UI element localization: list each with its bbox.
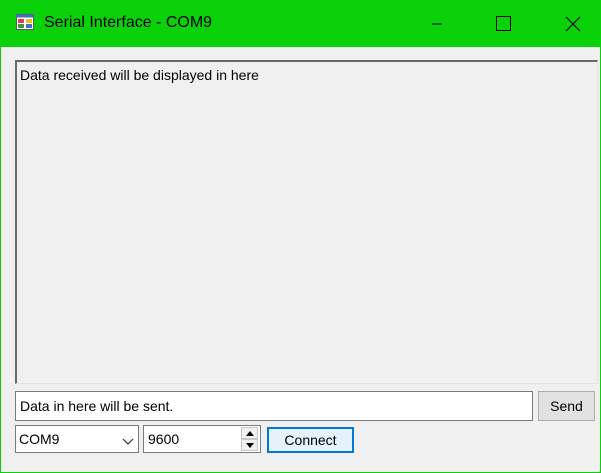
close-button[interactable] (549, 0, 595, 47)
minimize-button[interactable] (414, 0, 460, 47)
com-port-select[interactable]: COM9 (15, 425, 139, 453)
connect-button[interactable]: Connect (267, 427, 354, 453)
serial-interface-window: Serial Interface - COM9 Data received wi… (0, 0, 601, 473)
baud-rate-spinner[interactable]: 9600 (143, 425, 261, 453)
maximize-button[interactable] (480, 0, 526, 47)
maximize-icon (496, 16, 511, 31)
received-data-textbox[interactable]: Data received will be displayed in here (15, 60, 598, 384)
arrow-down-icon[interactable] (241, 439, 258, 451)
chevron-down-icon[interactable] (122, 435, 134, 445)
close-icon (565, 16, 581, 32)
app-window-icon (16, 14, 34, 30)
arrow-up-icon[interactable] (241, 427, 258, 439)
window-title: Serial Interface - COM9 (44, 14, 213, 31)
baud-rate-value: 9600 (148, 431, 180, 447)
send-data-input[interactable] (15, 391, 533, 421)
title-bar[interactable]: Serial Interface - COM9 (1, 0, 601, 47)
send-button[interactable]: Send (538, 391, 595, 421)
received-data-text: Data received will be displayed in here (20, 67, 259, 83)
com-port-value: COM9 (19, 431, 60, 447)
minimize-icon (432, 23, 442, 25)
